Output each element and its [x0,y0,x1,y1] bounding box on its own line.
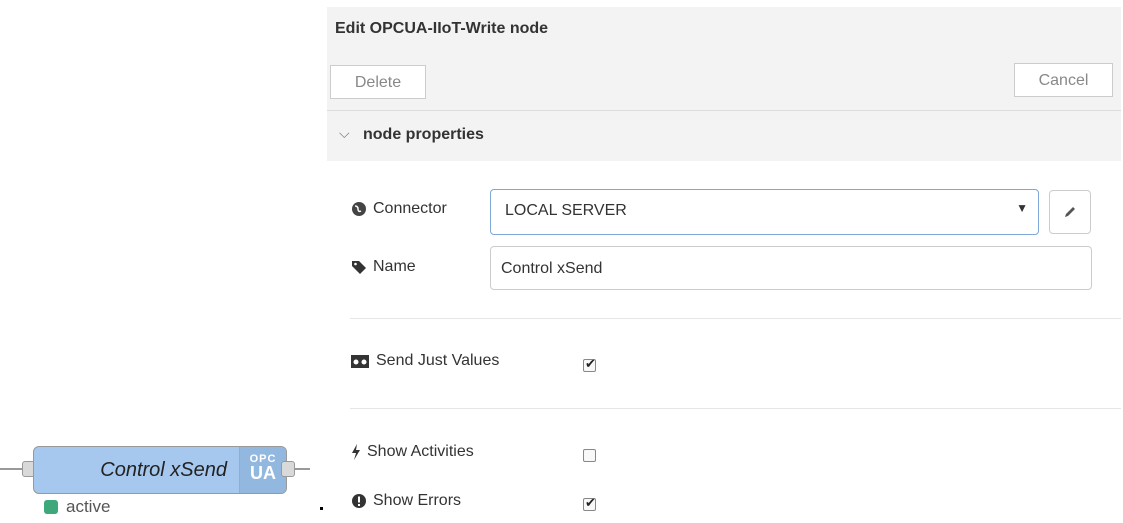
check-icon: ✔ [585,356,596,371]
output-port[interactable] [281,461,295,477]
connector-label-text: Connector [373,200,447,217]
opcua-icon: OPC UA [239,447,286,493]
node-label: Control xSend [100,459,227,481]
node-icon-bottom: UA [250,463,276,483]
flow-node-area: Control xSend OPC UA active [0,430,320,523]
show-errors-label: Show Errors [351,492,461,510]
tag-icon [352,261,366,274]
pencil-icon [1065,207,1075,217]
check-icon: ✔ [585,495,596,510]
show-errors-text: Show Errors [373,492,462,509]
output-wire [294,468,310,470]
show-errors-checkbox[interactable]: ✔ [583,495,596,511]
panel-title: Edit OPCUA-IIoT-Write node [335,20,549,37]
divider [350,408,1121,409]
show-activities-checkbox[interactable] [583,449,596,462]
values-icon [351,355,369,368]
cancel-button[interactable]: Cancel [1014,63,1113,97]
panel-header: Edit OPCUA-IIoT-Write node [327,7,1121,54]
status-dot-icon [44,500,58,514]
panel-toolbar: Delete Cancel [327,53,1121,111]
edit-connector-button[interactable] [1049,190,1091,234]
name-input[interactable]: Control xSend [490,246,1092,290]
section-title: node properties [363,126,484,143]
globe-icon [352,202,366,216]
name-label: Name [351,258,416,276]
connector-label: Connector [351,200,447,218]
show-activities-label: Show Activities [351,443,474,461]
bolt-icon [352,444,360,460]
exclamation-icon [352,494,366,508]
section-node-properties[interactable]: ⌵ node properties [327,111,1121,161]
chevron-down-icon: ⌵ [339,125,350,141]
send-just-values-checkbox[interactable]: ✔ [583,356,596,372]
opcua-write-node[interactable]: Control xSend OPC UA [33,446,287,494]
name-label-text: Name [373,258,416,275]
dropdown-arrow-icon: ▼ [1016,201,1028,215]
send-just-values-label: Send Just Values [350,352,499,370]
divider [350,318,1121,319]
input-wire [0,468,24,470]
node-status: active [66,497,111,516]
show-activities-text: Show Activities [367,443,474,460]
delete-button[interactable]: Delete [330,65,426,99]
connector-select[interactable]: LOCAL SERVER ▼ [490,189,1039,235]
send-just-values-text: Send Just Values [376,352,500,369]
canvas-dot [320,507,323,510]
connector-select-value: LOCAL SERVER [505,202,627,219]
